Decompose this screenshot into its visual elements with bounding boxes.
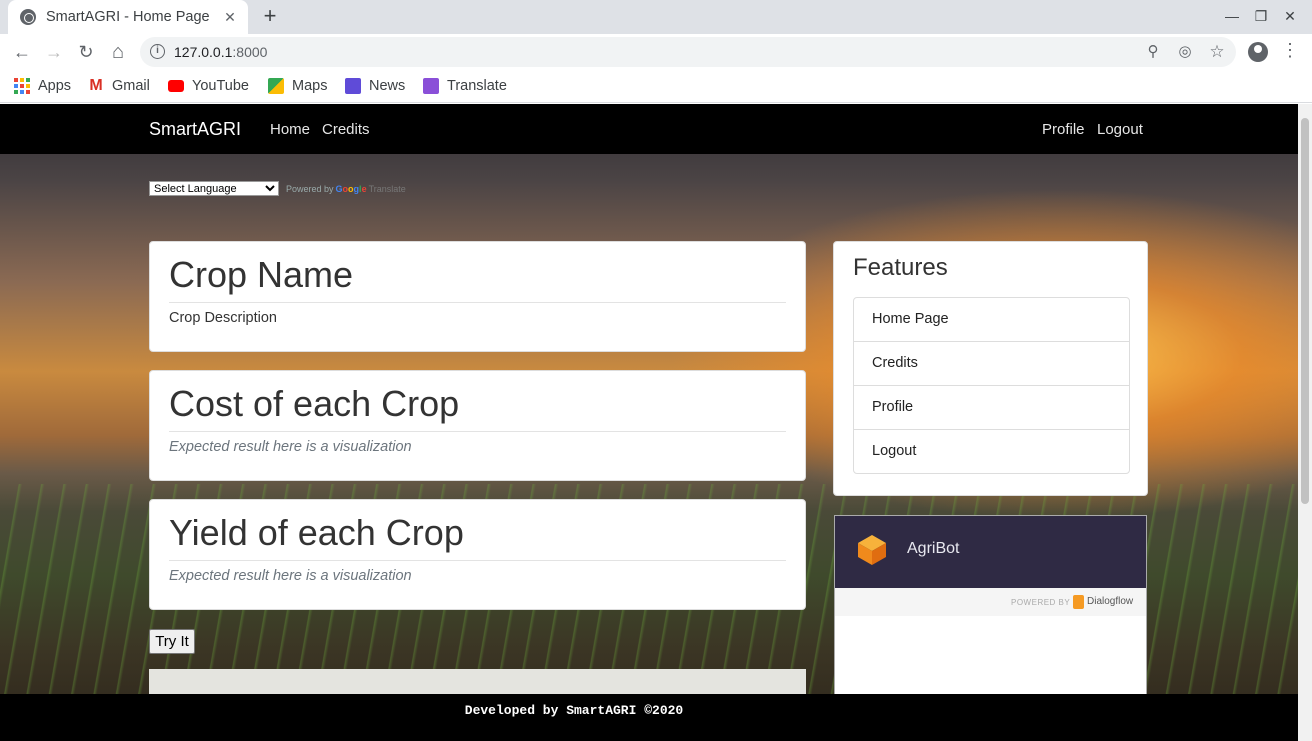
- close-tab-icon[interactable]: ✕: [222, 9, 238, 26]
- zoom-icon[interactable]: ⚲: [1144, 43, 1162, 61]
- feature-credits[interactable]: Credits: [854, 342, 1129, 386]
- translate-link[interactable]: Translate: [369, 184, 406, 194]
- page-scrollbar[interactable]: [1298, 104, 1312, 741]
- globe-icon: [20, 9, 36, 25]
- bookmark-gmail[interactable]: M Gmail: [88, 76, 150, 96]
- gmail-icon: M: [89, 77, 103, 94]
- bookmark-star-icon[interactable]: ☆: [1208, 43, 1226, 61]
- features-panel: Features Home Page Credits Profile Logou…: [833, 241, 1148, 496]
- news-icon: [345, 78, 361, 94]
- eye-off-icon[interactable]: ◎: [1176, 43, 1194, 61]
- chat-powered-by: POWERED BY Dialogflow: [835, 588, 1146, 616]
- card-visualization-note: Expected result here is a visualization: [169, 439, 412, 455]
- bookmark-apps[interactable]: Apps: [14, 76, 71, 96]
- google-translate-widget: Select Language Powered by Google Transl…: [149, 181, 406, 196]
- site-navbar: SmartAGRI Home Credits Profile Logout: [0, 104, 1298, 154]
- card-description: Crop Description: [169, 310, 277, 326]
- brand-link[interactable]: SmartAGRI: [149, 119, 241, 140]
- feature-home-page[interactable]: Home Page: [854, 298, 1129, 342]
- close-window-icon[interactable]: ✕: [1280, 8, 1300, 25]
- try-it-button[interactable]: Try It: [149, 629, 195, 654]
- nav-home[interactable]: Home: [270, 121, 310, 138]
- site-info-icon[interactable]: i: [150, 44, 165, 59]
- card-divider: [169, 302, 786, 303]
- nav-profile[interactable]: Profile: [1042, 121, 1085, 138]
- bookmarks-bar: Apps M Gmail YouTube Maps News Translate: [0, 70, 1312, 103]
- feature-profile[interactable]: Profile: [854, 386, 1129, 430]
- url-text[interactable]: 127.0.0.1:8000: [174, 44, 267, 60]
- restore-icon[interactable]: ❐: [1251, 8, 1271, 25]
- dialogflow-cube-icon: [858, 535, 886, 565]
- crop-yield-card: Yield of each Crop Expected result here …: [149, 499, 806, 610]
- feature-logout[interactable]: Logout: [854, 430, 1129, 473]
- minimize-icon[interactable]: —: [1222, 8, 1242, 24]
- new-tab-button[interactable]: +: [258, 4, 282, 28]
- crop-name-card: Crop Name Crop Description: [149, 241, 806, 352]
- translate-icon: [423, 78, 439, 94]
- page-content: SmartAGRI Home Credits Profile Logout Se…: [0, 104, 1298, 741]
- powered-by-text: Powered by: [286, 183, 334, 194]
- reload-icon[interactable]: ↻: [74, 40, 98, 64]
- nav-credits[interactable]: Credits: [322, 121, 370, 138]
- dialogflow-icon: [1073, 595, 1084, 609]
- card-divider: [169, 431, 786, 432]
- address-bar[interactable]: i 127.0.0.1:8000 ⚲ ◎ ☆: [140, 37, 1236, 67]
- card-title: Yield of each Crop: [169, 512, 464, 553]
- site-footer: Developed by SmartAGRI ©2020: [0, 694, 1298, 741]
- browser-toolbar: ← → ↻ ⌂ i 127.0.0.1:8000 ⚲ ◎ ☆ ⋮: [0, 34, 1312, 70]
- features-title: Features: [853, 254, 948, 281]
- bookmark-news[interactable]: News: [345, 76, 405, 96]
- card-title: Crop Name: [169, 254, 354, 295]
- tab-title: SmartAGRI - Home Page: [46, 9, 210, 25]
- apps-grid-icon: [14, 78, 30, 94]
- profile-icon[interactable]: [1248, 42, 1268, 62]
- footer-text: Developed by SmartAGRI ©2020: [464, 703, 684, 718]
- scrollbar-thumb[interactable]: [1301, 118, 1309, 504]
- forward-icon[interactable]: →: [42, 40, 66, 64]
- nav-logout[interactable]: Logout: [1097, 121, 1143, 138]
- browser-menu-icon[interactable]: ⋮: [1280, 40, 1300, 61]
- features-list: Home Page Credits Profile Logout: [853, 297, 1130, 474]
- chat-header: AgriBot: [835, 516, 1146, 588]
- bookmark-youtube[interactable]: YouTube: [168, 76, 249, 96]
- google-logo: Google: [335, 183, 367, 194]
- crop-cost-card: Cost of each Crop Expected result here i…: [149, 370, 806, 481]
- bookmark-maps[interactable]: Maps: [268, 76, 327, 96]
- home-icon[interactable]: ⌂: [106, 40, 130, 64]
- card-title: Cost of each Crop: [169, 383, 460, 424]
- youtube-icon: [168, 80, 184, 92]
- bookmark-translate[interactable]: Translate: [423, 76, 507, 96]
- dialogflow-label: Dialogflow: [1087, 596, 1134, 607]
- maps-icon: [268, 78, 284, 94]
- language-select[interactable]: Select Language: [149, 181, 279, 196]
- card-divider: [169, 560, 786, 561]
- browser-tabstrip: SmartAGRI - Home Page ✕ + — ❐ ✕: [0, 0, 1312, 34]
- card-visualization-note: Expected result here is a visualization: [169, 568, 412, 584]
- back-icon[interactable]: ←: [10, 40, 34, 64]
- browser-tab[interactable]: SmartAGRI - Home Page ✕: [8, 0, 248, 34]
- chatbot-title: AgriBot: [907, 540, 960, 557]
